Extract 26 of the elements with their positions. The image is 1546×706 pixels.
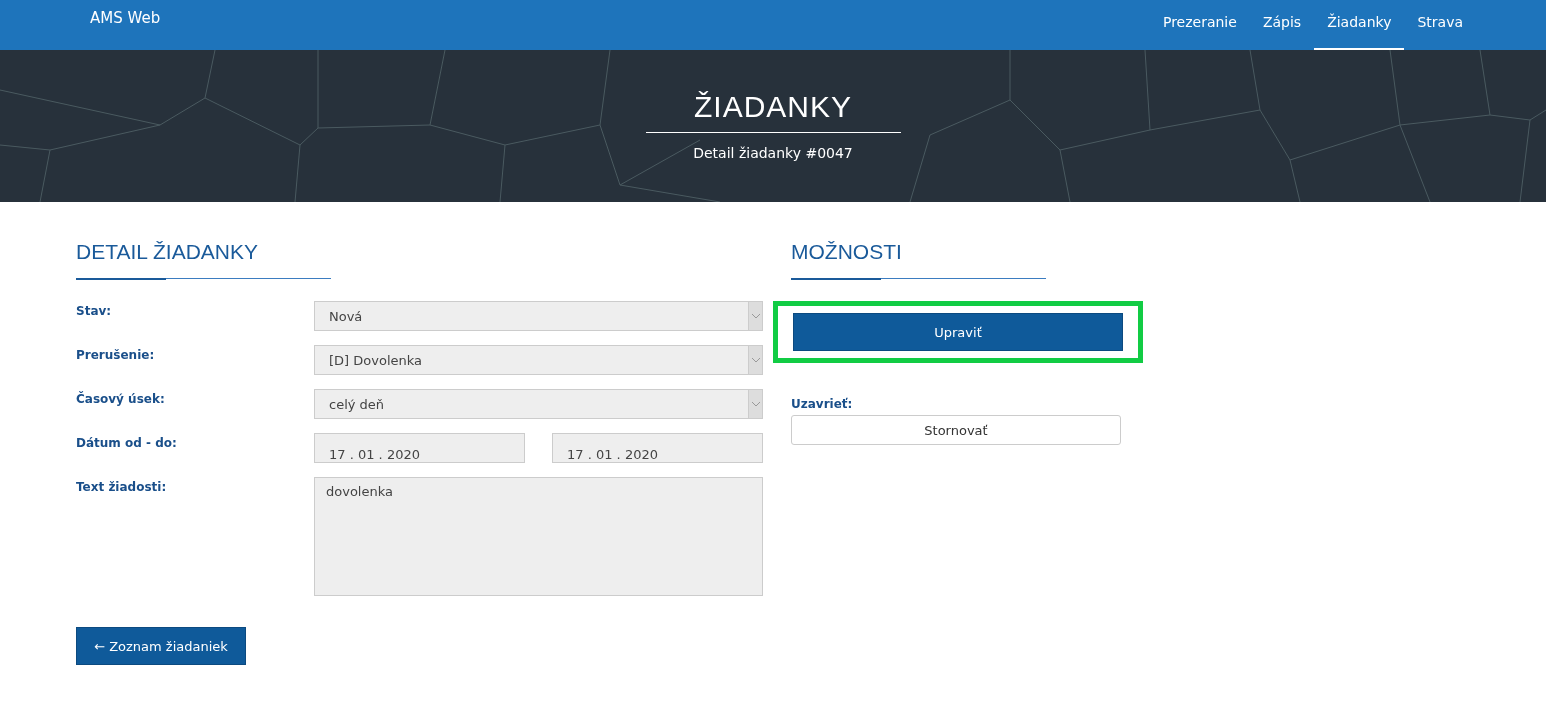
request-text-area[interactable]: dovolenka (314, 477, 763, 596)
back-to-list-button[interactable]: ← Zoznam žiadaniek (76, 627, 246, 665)
field-label: Text žiadosti: (76, 479, 168, 496)
section-heading: MOŽNOSTI (791, 240, 903, 265)
date-field[interactable]: 17 . 01 . 2020 (314, 433, 525, 463)
page-title: ŽIADANKY (694, 90, 852, 124)
edit-button[interactable]: Upraviť (793, 313, 1123, 351)
nav-link[interactable]: Prezeranie (1149, 0, 1250, 50)
cancel-button[interactable]: Stornovať (791, 415, 1121, 445)
field-label: Dátum od - do: (76, 435, 178, 452)
nav-link[interactable]: Strava (1404, 0, 1476, 50)
field-label: Stav: (76, 303, 113, 320)
page-subtitle: Detail žiadanky #0047 (693, 145, 853, 161)
section-heading: DETAIL ŽIADANKY (76, 240, 260, 265)
select-field[interactable]: [D] Dovolenka (314, 345, 763, 375)
field-label: Prerušenie: (76, 347, 156, 364)
brand-title[interactable]: AMS Web (90, 9, 161, 27)
caret-icon (748, 302, 762, 330)
select-field[interactable]: celý deň (314, 389, 763, 419)
caret-icon (748, 390, 762, 418)
select-field[interactable]: Nová (314, 301, 763, 331)
caret-icon (748, 346, 762, 374)
date-field[interactable]: 17 . 01 . 2020 (552, 433, 763, 463)
close-label: Uzavrieť: (791, 396, 854, 411)
field-label: Časový úsek: (76, 390, 166, 408)
nav-link[interactable]: Zápis (1249, 0, 1315, 50)
